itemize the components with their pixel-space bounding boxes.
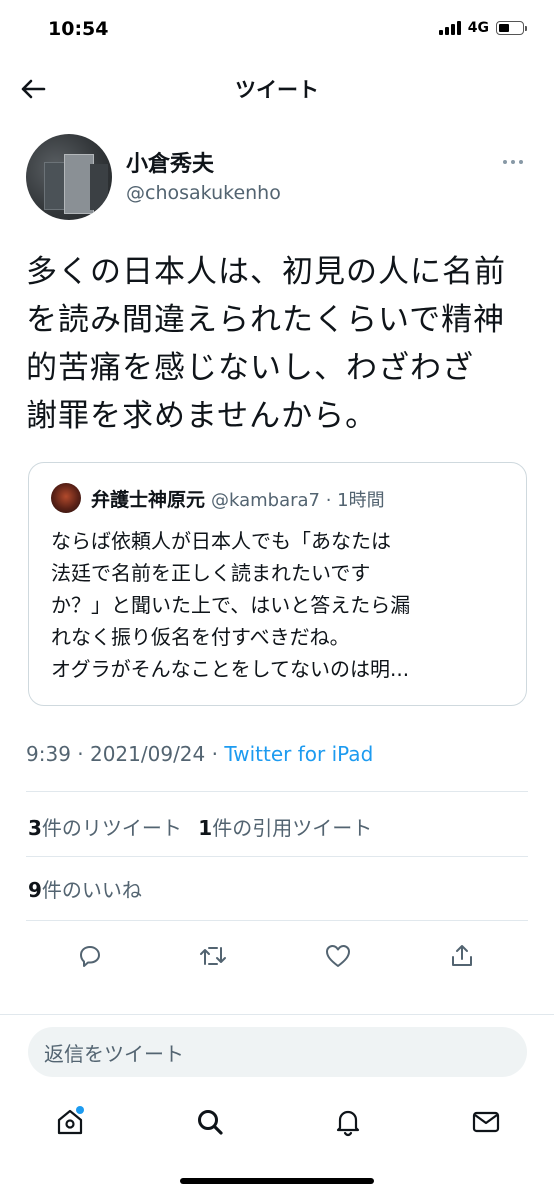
avatar[interactable] [26, 134, 112, 220]
bottom-tab-bar [0, 1094, 554, 1154]
retweet-count: 3 [28, 816, 42, 840]
reply-icon [80, 946, 100, 967]
divider [26, 791, 528, 792]
like-icon [326, 945, 350, 967]
reply-placeholder: 返信をツイート [44, 1041, 184, 1066]
quote-text: ならば依頼人が日本人でも「あなたは 法廷で名前を正しく読まれたいです か？」と聞… [51, 529, 411, 681]
signal-icon [438, 21, 461, 35]
quotes-stat[interactable]: 1件の引用ツイート [198, 816, 372, 840]
status-indicators: 4G [438, 20, 527, 36]
stats-row-likes: 9件のいいね [28, 874, 142, 903]
like-label: 件のいいね [41, 878, 142, 902]
quote-count: 1 [198, 816, 213, 840]
quote-meta: @kambara7 · 1時間 [211, 490, 385, 511]
more-dot-icon [503, 160, 507, 164]
share-icon [452, 945, 472, 966]
more-dot-icon [519, 160, 523, 164]
quote-display-name: 弁護士神原元 [91, 489, 206, 511]
likes-stat[interactable]: 9件のいいね [28, 878, 142, 902]
search-icon [198, 1110, 223, 1135]
battery-icon [496, 21, 527, 35]
page-title: ツイート [235, 78, 319, 102]
reply-input[interactable]: 返信をツイート [28, 1027, 527, 1077]
tab-home[interactable] [50, 1102, 90, 1142]
divider [26, 856, 528, 857]
like-count: 9 [28, 878, 42, 902]
share-button[interactable] [444, 938, 480, 974]
quoted-tweet[interactable]: 弁護士神原元 @kambara7 · 1時間 ならば依頼人が日本人でも「あなたは… [28, 462, 527, 706]
more-dot-icon [511, 160, 515, 164]
tweet-text: 多くの日本人は、初見の人に名前 を読み間違えられたくらいで精神 的苦痛を感じない… [26, 254, 506, 434]
messages-icon [472, 1111, 500, 1133]
divider [26, 920, 528, 921]
retweets-stat[interactable]: 3件のリツイート [28, 816, 182, 840]
quote-label: 件の引用ツイート [212, 816, 373, 840]
author-handle[interactable]: @chosakukenho [126, 182, 281, 204]
reply-button[interactable] [72, 938, 108, 974]
status-time: 10:54 [48, 18, 109, 40]
tab-messages[interactable] [466, 1102, 506, 1142]
more-options-button[interactable] [498, 152, 528, 172]
network-type: 4G [467, 20, 489, 36]
timestamp-text: 9:39 · 2021/09/24 · [26, 742, 225, 766]
status-bar: 10:54 4G [0, 0, 554, 60]
like-button[interactable] [320, 938, 356, 974]
tab-notifications[interactable] [328, 1102, 368, 1142]
notifications-icon [336, 1110, 360, 1137]
retweet-button[interactable] [195, 938, 231, 974]
home-indicator [180, 1178, 374, 1184]
author-display-name[interactable]: 小倉秀夫 [126, 146, 214, 178]
divider [0, 1014, 554, 1015]
new-content-dot [76, 1106, 84, 1114]
stats-row-retweets: 3件のリツイート 1件の引用ツイート [28, 812, 372, 841]
tweet-action-bar [0, 932, 554, 982]
retweet-icon [200, 947, 226, 965]
page-header: ツイート [0, 60, 554, 116]
tweet-timestamp: 9:39 · 2021/09/24 · Twitter for iPad [26, 742, 373, 766]
tab-search[interactable] [190, 1102, 230, 1142]
quote-avatar [51, 483, 81, 513]
retweet-label: 件のリツイート [41, 816, 182, 840]
tweet-source-link[interactable]: Twitter for iPad [224, 742, 373, 766]
